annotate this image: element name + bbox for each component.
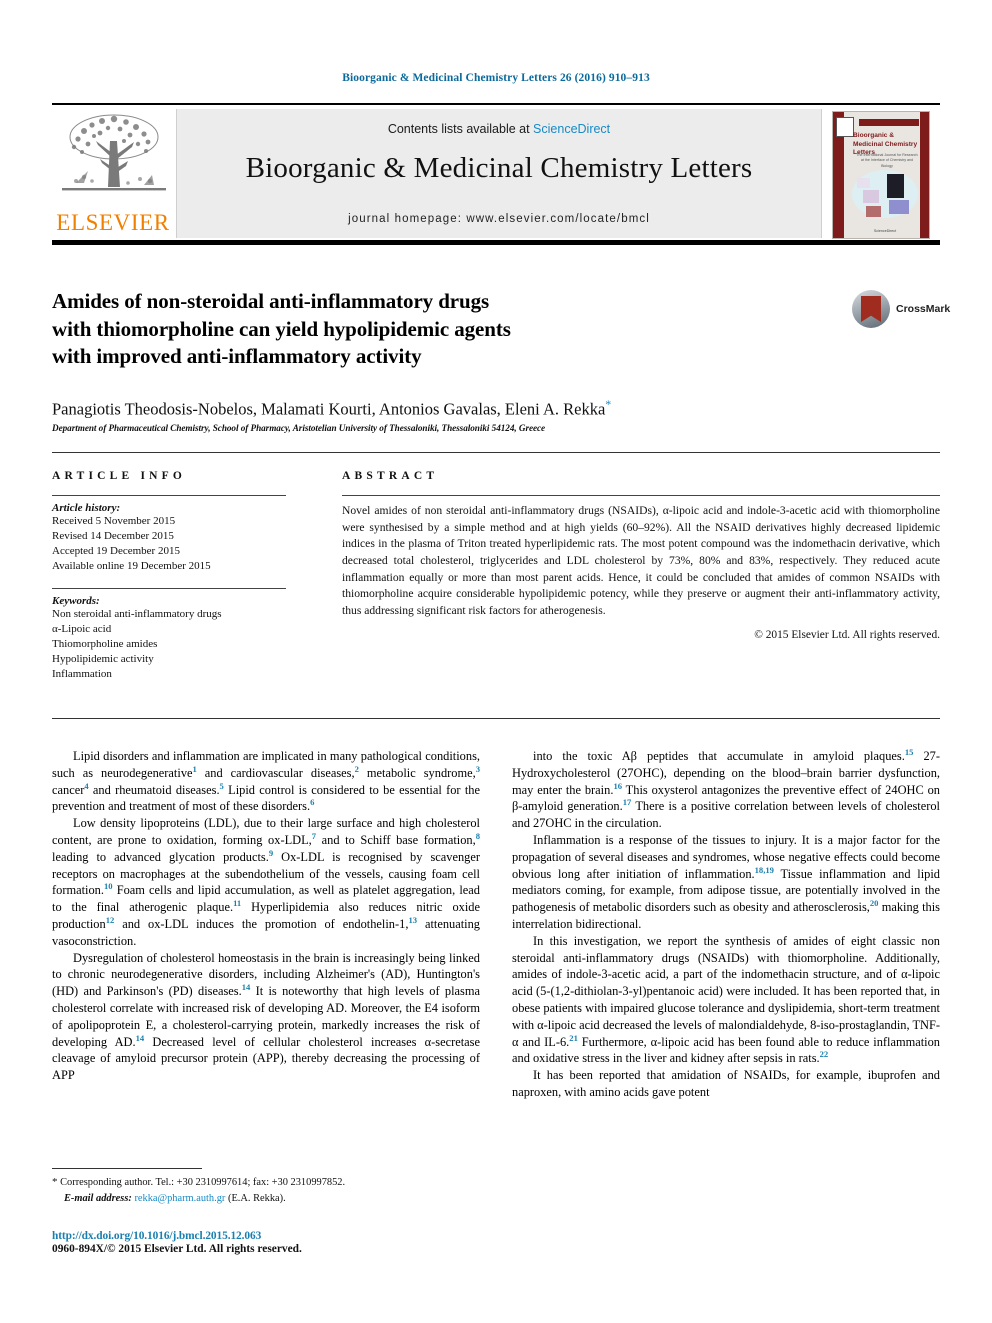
masthead-bottom-rule — [52, 240, 940, 245]
contents-prefix: Contents lists available at — [387, 122, 534, 136]
crossmark-label: CrossMark — [896, 303, 951, 315]
history-available-online: Available online 19 December 2015 — [52, 559, 211, 572]
body-column-left: Lipid disorders and inflammation are imp… — [52, 748, 480, 1084]
cover-subtitle: The International Journal for Research a… — [856, 153, 918, 168]
title-line-3: with improved anti-inflammatory activity — [52, 344, 422, 368]
footnote-email-line: E-mail address: rekka@pharm.auth.gr (E.A… — [52, 1191, 480, 1206]
article-info-heading: ARTICLE INFO — [52, 470, 187, 482]
paragraph: Lipid disorders and inflammation are imp… — [52, 749, 480, 814]
crossmark-badge[interactable]: CrossMark — [852, 290, 950, 330]
sciencedirect-link[interactable]: ScienceDirect — [533, 122, 610, 136]
journal-cover-block: Bioorganic & Medicinal Chemistry Letters… — [821, 109, 940, 239]
journal-article-page: Bioorganic & Medicinal Chemistry Letters… — [0, 0, 992, 1323]
email-address-label: E-mail address: — [64, 1192, 132, 1204]
abstract-text: Novel amides of non steroidal anti-infla… — [342, 504, 940, 618]
footnote-star: * — [52, 1176, 58, 1188]
journal-title: Bioorganic & Medicinal Chemistry Letters — [245, 152, 753, 184]
journal-band: Contents lists available at ScienceDirec… — [177, 109, 821, 238]
keyword-item: Inflammation — [52, 667, 112, 680]
title-line-1: Amides of non-steroidal anti-inflammator… — [52, 289, 490, 313]
body-top-rule — [52, 718, 940, 719]
crossmark-icon — [852, 290, 890, 328]
paragraph: In this investigation, we report the syn… — [512, 933, 941, 1066]
history-revised: Revised 14 December 2015 — [52, 529, 174, 542]
info-section-top-rule — [52, 452, 940, 453]
abstract-heading: ABSTRACT — [342, 470, 439, 482]
contents-available-line: Contents lists available at ScienceDirec… — [177, 122, 821, 136]
keyword-item: Hypolipidemic activity — [52, 652, 154, 665]
elsevier-logo-block: ELSEVIER — [52, 109, 177, 238]
paragraph: It has been reported that amidation of N… — [512, 1068, 940, 1099]
corresponding-author-footnote: * Corresponding author. Tel.: +30 231099… — [52, 1168, 480, 1206]
page-footer: http://dx.doi.org/10.1016/j.bmcl.2015.12… — [52, 1230, 482, 1255]
title-line-2: with thiomorpholine can yield hypolipide… — [52, 316, 511, 341]
abstract-column: Novel amides of non steroidal anti-infla… — [342, 495, 940, 641]
footnote-contact-text: Corresponding author. Tel.: +30 23109976… — [60, 1177, 346, 1188]
journal-homepage-line[interactable]: journal homepage: www.elsevier.com/locat… — [177, 213, 821, 225]
elsevier-wordmark: ELSEVIER — [56, 210, 170, 235]
keyword-item: Non steroidal anti-inflammatory drugs — [52, 607, 222, 620]
paragraph: Inflammation is a response of the tissue… — [512, 832, 940, 931]
author-list: Panagiotis Theodosis-Nobelos, Malamati K… — [52, 397, 842, 420]
elsevier-tree-icon — [62, 114, 166, 191]
email-link[interactable]: rekka@pharm.auth.gr — [134, 1193, 225, 1204]
running-head: Bioorganic & Medicinal Chemistry Letters… — [342, 72, 650, 84]
article-history-label: Article history: — [52, 502, 121, 514]
journal-masthead: ELSEVIER Contents lists available at Sci… — [52, 103, 940, 241]
paragraph: Low density lipoproteins (LDL), due to t… — [52, 816, 481, 948]
elsevier-mini-logo-icon — [836, 117, 854, 137]
journal-cover-thumbnail[interactable]: Bioorganic & Medicinal Chemistry Letters… — [832, 111, 930, 239]
doi-link[interactable]: http://dx.doi.org/10.1016/j.bmcl.2015.12… — [52, 1230, 482, 1242]
paragraph: Dysregulation of cholesterol homeostasis… — [52, 950, 480, 1083]
email-owner: (E.A. Rekka). — [228, 1192, 286, 1204]
article-info-column: Article history: Received 5 November 201… — [52, 495, 286, 682]
footnote-contact-line: * Corresponding author. Tel.: +30 231099… — [52, 1175, 480, 1191]
cover-footer: ScienceDirect — [873, 229, 897, 233]
paragraph: into the toxic Aβ peptides that accumula… — [512, 746, 941, 831]
history-accepted: Accepted 19 December 2015 — [52, 544, 180, 557]
page-title: Amides of non-steroidal anti-inflammator… — [52, 288, 792, 371]
keyword-item: Thiomorpholine amides — [52, 637, 158, 650]
keywords-label: Keywords: — [52, 594, 100, 607]
history-received: Received 5 November 2015 — [52, 515, 176, 527]
affiliation: Department of Pharmaceutical Chemistry, … — [52, 423, 546, 433]
issn-copyright: 0960-894X/© 2015 Elsevier Ltd. All right… — [52, 1243, 302, 1255]
abstract-copyright: © 2015 Elsevier Ltd. All rights reserved… — [754, 628, 940, 641]
corresponding-author-marker[interactable]: * — [605, 397, 611, 411]
body-column-right: into the toxic Aβ peptides that accumula… — [512, 748, 940, 1101]
keyword-item: α-Lipoic acid — [52, 622, 112, 635]
author-names: Panagiotis Theodosis-Nobelos, Malamati K… — [52, 399, 606, 419]
